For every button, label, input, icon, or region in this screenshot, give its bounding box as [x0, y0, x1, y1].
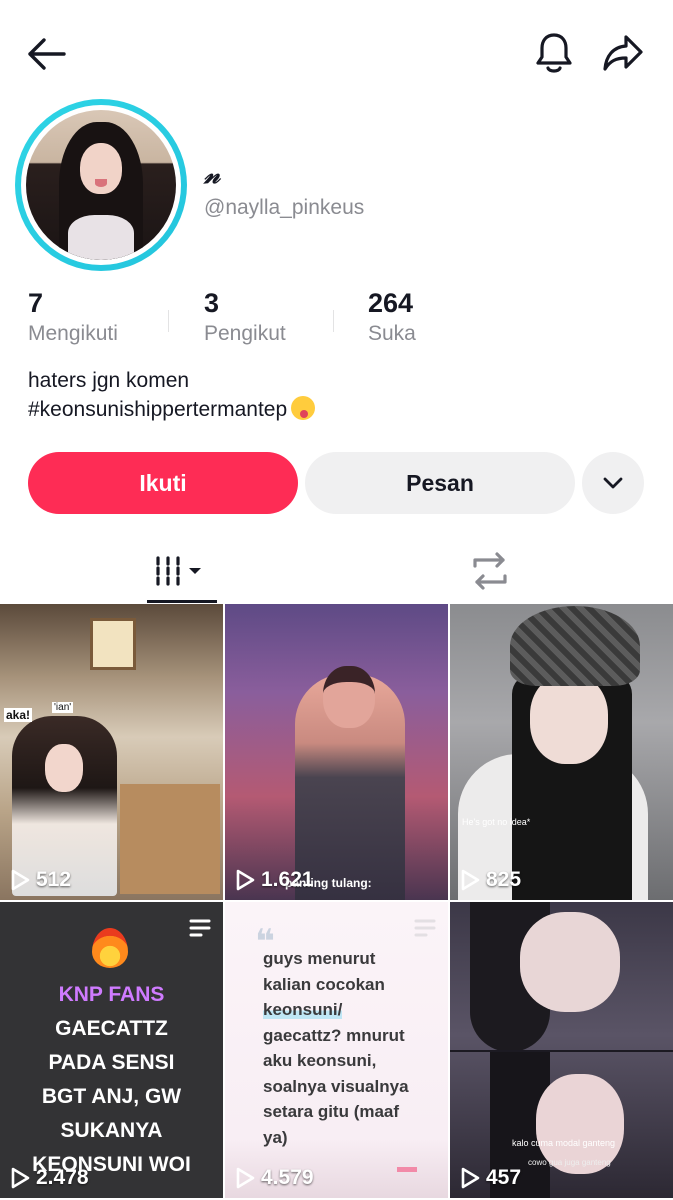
stat-followers-value: 3: [204, 288, 220, 318]
stat-following-label: Mengikuti: [28, 322, 118, 345]
share-button[interactable]: [598, 30, 648, 76]
tab-videos[interactable]: [130, 538, 230, 604]
message-button[interactable]: Pesan: [305, 452, 575, 514]
text-post-line: soalnya visualnya: [263, 1076, 409, 1096]
text-post-line: BGT ANJ, GW: [41, 1085, 182, 1108]
play-icon: [461, 1167, 480, 1189]
bell-icon: [536, 33, 572, 73]
bio: haters jgn komen #keonsunishippertermant…: [28, 366, 316, 424]
video-overlay-text: kalo cuma modal ganteng: [512, 1138, 616, 1148]
text-post-line: GAECATTZ: [55, 1017, 168, 1040]
text-post-body: guys menurut kalian cocokan keonsuni/ ga…: [263, 946, 443, 1150]
follow-button[interactable]: Ikuti: [28, 452, 298, 514]
view-count-value: 512: [36, 868, 72, 891]
avatar-ring[interactable]: [15, 99, 187, 271]
video-tile[interactable]: KNP FANS GAECATTZ PADA SENSI BGT ANJ, GW…: [0, 902, 223, 1198]
play-icon: [11, 1167, 30, 1189]
video-tile[interactable]: aka! 'ian' 512: [0, 604, 223, 900]
text-post-line: keonsuni/: [263, 1000, 343, 1019]
profile-stats: 7 Mengikuti 3 Pengikut 264 Suka: [28, 288, 528, 358]
grid-columns-icon: [156, 556, 201, 586]
content-tabs: [0, 538, 673, 604]
more-button[interactable]: [582, 452, 644, 514]
video-tile[interactable]: ❝ guys menurut kalian cocokan keonsuni/ …: [225, 902, 448, 1198]
text-post-line: aku keonsuni,: [263, 1051, 377, 1070]
stat-following[interactable]: 7 Mengikuti: [28, 288, 118, 346]
back-button[interactable]: [22, 30, 70, 78]
zany-face-icon: [291, 396, 316, 420]
notifications-button[interactable]: [530, 28, 578, 78]
fire-icon: [92, 928, 128, 968]
repost-icon: [473, 552, 507, 590]
play-icon: [236, 1167, 255, 1189]
text-post-line: kalian cocokan: [263, 974, 385, 994]
stat-likes[interactable]: 264 Suka: [368, 288, 416, 346]
view-count: 512: [10, 868, 71, 892]
text-post-line: KNP FANS: [58, 983, 165, 1006]
text-post-icon: [414, 919, 436, 937]
stat-divider: [168, 310, 169, 332]
view-count: 2.478: [10, 1166, 89, 1190]
video-overlay-text: He's got no idea*: [462, 817, 531, 827]
play-icon: [11, 869, 30, 891]
view-count-value: 2.478: [36, 1166, 89, 1189]
text-post-body: KNP FANS GAECATTZ PADA SENSI BGT ANJ, GW…: [8, 978, 215, 1182]
view-count-value: 4.579: [261, 1166, 314, 1189]
video-overlay-text: 'ian': [52, 702, 74, 713]
text-post-line: SUKANYA: [60, 1119, 163, 1142]
view-count: 825: [460, 868, 521, 892]
video-tile[interactable]: panting tulang: 1.621: [225, 604, 448, 900]
bio-line: haters jgn komen: [28, 369, 190, 392]
stat-followers[interactable]: 3 Pengikut: [204, 288, 286, 346]
username: @naylla_pinkeus: [204, 196, 365, 219]
stat-divider: [333, 310, 334, 332]
stat-following-value: 7: [28, 288, 44, 318]
video-overlay-text: aka!: [4, 708, 33, 722]
stat-likes-value: 264: [368, 288, 414, 318]
view-count: 1.621: [235, 868, 314, 892]
stat-likes-label: Suka: [368, 322, 416, 345]
bio-hashtag[interactable]: #keonsunishippertermantep: [28, 398, 287, 421]
bio-hashtag-line[interactable]: #keonsunishippertermantep: [28, 395, 316, 424]
profile-actions: Ikuti Pesan: [0, 452, 673, 516]
view-count: 4.579: [235, 1166, 314, 1190]
active-tab-indicator: [147, 600, 217, 603]
display-name: 𝓃: [204, 160, 221, 190]
top-bar: [0, 0, 673, 105]
tab-reposts[interactable]: [440, 538, 540, 604]
text-post-line: setara gitu (maaf: [263, 1102, 400, 1121]
text-post-line: guys menurut: [263, 949, 376, 968]
view-count-value: 457: [486, 1166, 522, 1189]
arrow-left-icon: [28, 38, 66, 70]
text-post-icon: [189, 919, 211, 937]
view-count: 457: [460, 1166, 521, 1190]
chevron-down-icon: [603, 477, 623, 489]
video-overlay-text: cowo gua juga ganteng: [528, 1158, 611, 1167]
play-icon: [461, 869, 480, 891]
avatar: [26, 110, 176, 260]
video-tile[interactable]: kalo cuma modal ganteng cowo gua juga ga…: [450, 902, 673, 1198]
view-count-value: 1.621: [261, 868, 314, 891]
share-arrow-icon: [603, 35, 643, 71]
play-icon: [236, 869, 255, 891]
text-post-line: gaecattz? mnurut: [263, 1025, 405, 1045]
stat-followers-label: Pengikut: [204, 322, 286, 345]
text-post-line: PADA SENSI: [48, 1051, 175, 1074]
video-grid: aka! 'ian' 512 panting tulang: 1.621 He'…: [0, 604, 673, 1200]
text-post-line: ya): [263, 1127, 288, 1147]
video-tile[interactable]: He's got no idea* 825: [450, 604, 673, 900]
view-count-value: 825: [486, 868, 522, 891]
